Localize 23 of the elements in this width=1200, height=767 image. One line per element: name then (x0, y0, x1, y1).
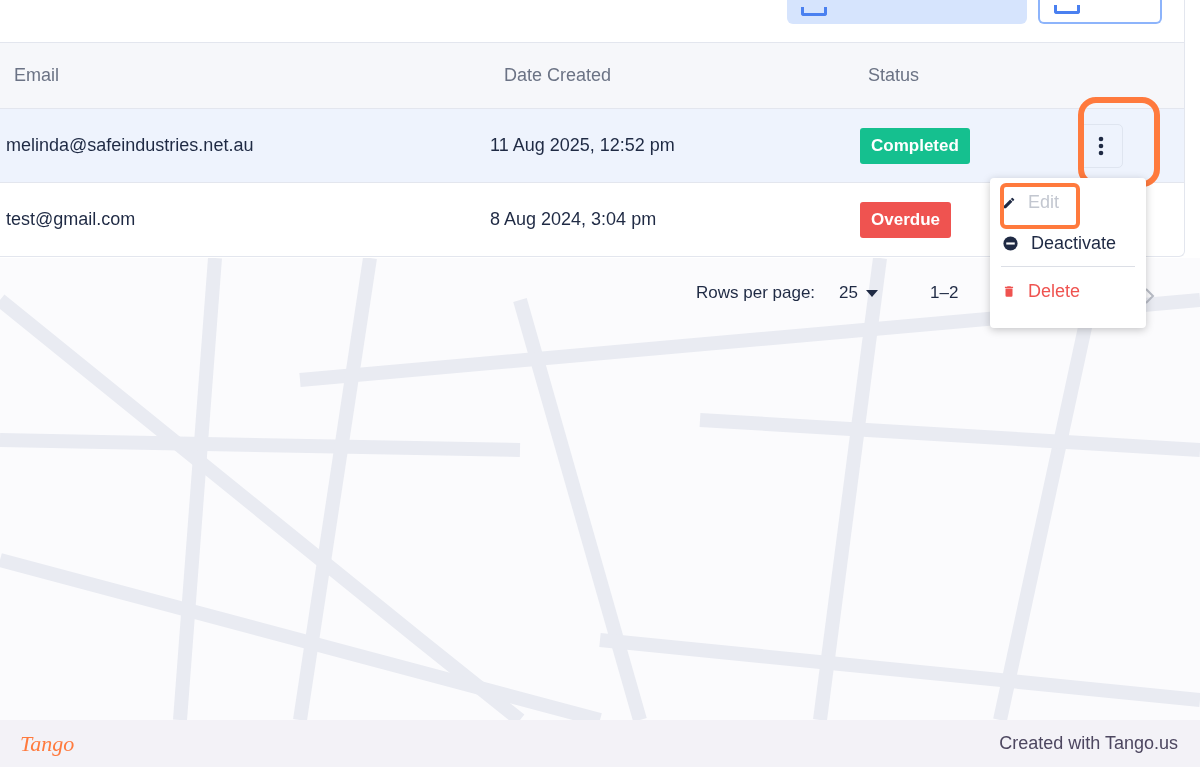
table-row[interactable]: melinda@safeindustries.net.au 11 Aug 2025, 12:52 pm Completed (0, 108, 1184, 182)
menu-item[interactable]: Deactivate (990, 229, 1146, 258)
column-header: Email (13, 65, 60, 86)
email-cell-text: melinda@safeindustries.net.au (5, 135, 255, 156)
rows-per-page-label: Rows per page: (696, 283, 816, 303)
toolbar-button[interactable] (1038, 0, 1162, 24)
rows-per-page-select[interactable]: 25 (839, 283, 858, 303)
date-cell-text: 8 Aug 2024, 3:04 pm (490, 209, 658, 230)
column-header: Date Created (503, 65, 613, 86)
kebab-menu-icon (1098, 135, 1104, 156)
date-cell-text: 11 Aug 2025, 12:52 pm (490, 135, 676, 156)
status-badge: Overdue (860, 201, 951, 238)
column-header: Status (867, 65, 921, 86)
credit-text: Created with Tango.us (999, 733, 1178, 754)
chevron-right-icon[interactable] (1145, 288, 1155, 304)
email-cell-text: test@gmail.com (5, 209, 137, 230)
status-badge: Completed (860, 127, 970, 164)
trash-icon (1002, 284, 1016, 299)
caret-down-icon[interactable] (866, 289, 878, 297)
tango-logo: Tango (20, 730, 75, 757)
page-range: 1–2 (930, 283, 959, 303)
minus-circle-icon (1002, 235, 1019, 252)
pencil-icon (1002, 195, 1016, 210)
